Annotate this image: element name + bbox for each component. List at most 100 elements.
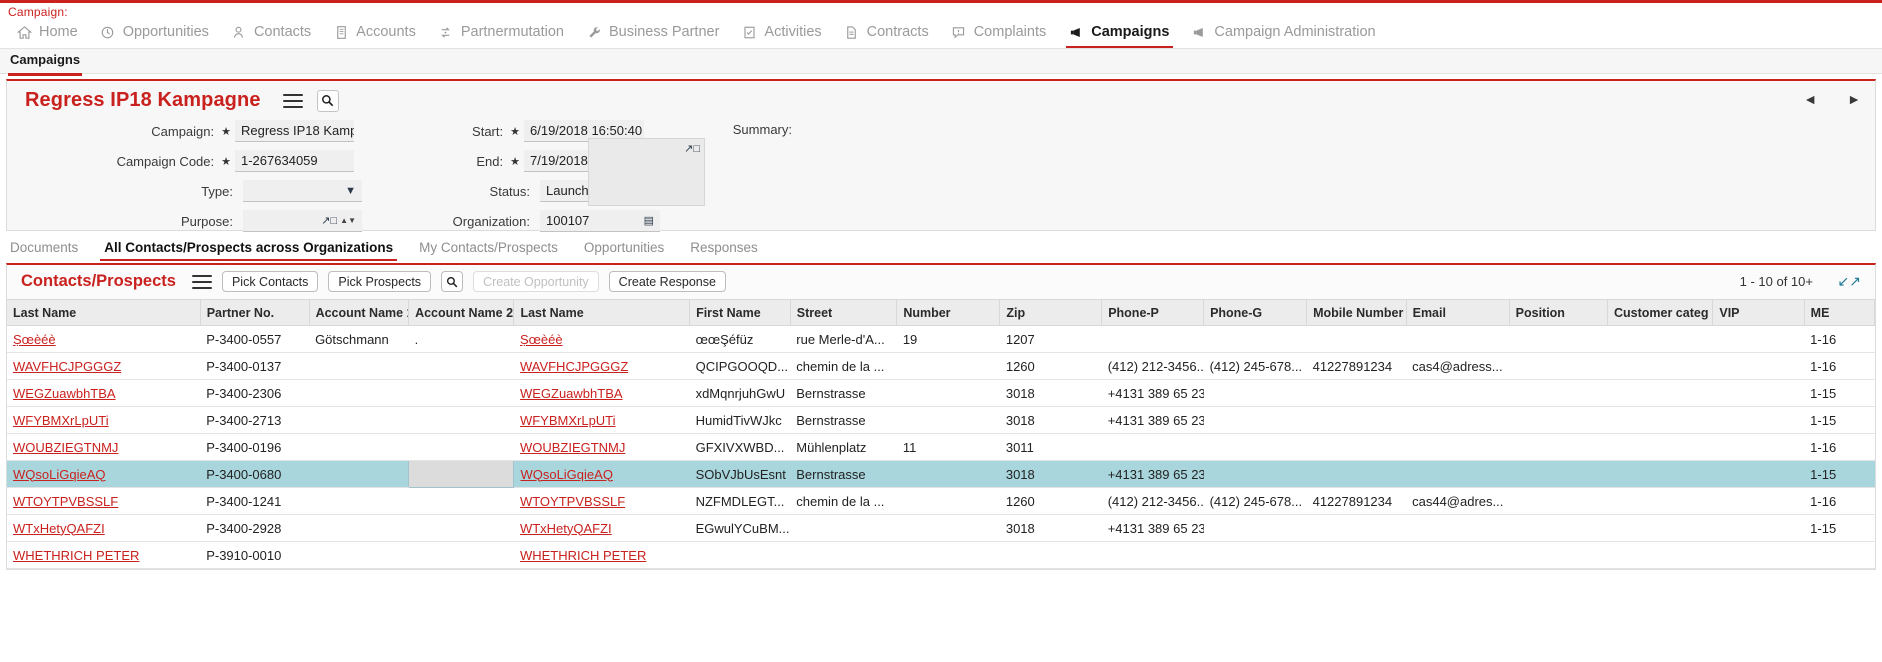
cell-link[interactable]: WFYBMXrLpUTi xyxy=(520,413,616,428)
nav-item-label: Activities xyxy=(764,24,822,40)
cell-link[interactable]: WFYBMXrLpUTi xyxy=(13,413,109,428)
nav-item-label: Campaigns xyxy=(1091,24,1170,40)
sub-tab-campaigns[interactable]: Campaigns xyxy=(8,52,83,76)
table-cell xyxy=(1101,433,1204,461)
nav-item-activities[interactable]: Activities xyxy=(731,20,833,48)
table-cell: WFYBMXrLpUTi xyxy=(513,406,690,434)
tab-all-contacts-prospects-across-organizations[interactable]: All Contacts/Prospects across Organizati… xyxy=(100,240,397,261)
column-header-6[interactable]: Street xyxy=(790,299,898,326)
column-header-9[interactable]: Phone-P xyxy=(1101,299,1205,326)
next-arrow-icon[interactable]: ► xyxy=(1847,91,1861,107)
nav-item-complaints[interactable]: Complaints xyxy=(941,20,1059,48)
tab-documents[interactable]: Documents xyxy=(10,240,78,261)
table-row[interactable]: WTxHetyQAFZI P-3400-2928 WTxHetyQAFZI EGwul… xyxy=(7,514,1875,542)
column-header-8[interactable]: Zip xyxy=(999,299,1103,326)
column-header-11[interactable]: Mobile Number xyxy=(1306,299,1407,326)
column-header-3[interactable]: Account Name 2 xyxy=(408,299,515,326)
expand-summary-icon[interactable]: ↗□ xyxy=(684,142,700,155)
column-header-7[interactable]: Number xyxy=(896,299,1001,326)
cell-link[interactable]: Ṣœèéè xyxy=(520,332,563,347)
cell-link[interactable]: WQsoLiGqieAQ xyxy=(520,467,612,482)
popup-icon[interactable]: ↗□ xyxy=(321,210,337,231)
table-row[interactable]: WEGZuawbhTBA P-3400-2306 WEGZuawbhTBA xdMqn… xyxy=(7,379,1875,407)
nav-item-business-partner[interactable]: Business Partner xyxy=(576,20,731,48)
purpose-input[interactable]: ↗□ ▲▼ xyxy=(243,210,362,232)
table-row[interactable]: Ṣœèéè P-3400-0557 Götschmann. Ṣœèéè œœŞéfüz r… xyxy=(7,325,1875,353)
cell-link[interactable]: WTOYTPVBSSLF xyxy=(13,494,118,509)
hamburger-icon[interactable] xyxy=(191,274,212,289)
column-header-2[interactable]: Account Name 1 xyxy=(309,299,410,326)
contact-icon xyxy=(231,24,247,40)
nav-item-contacts[interactable]: Contacts xyxy=(221,20,323,48)
pick-contacts-button[interactable]: Pick Contacts xyxy=(221,271,319,292)
field-campaign-code: Campaign Code: ★ xyxy=(7,154,231,169)
cell-link[interactable]: WHETHRICH PETER xyxy=(520,548,646,563)
complaint-icon xyxy=(951,24,967,40)
table-cell xyxy=(1712,487,1805,515)
create-response-button[interactable]: Create Response xyxy=(608,271,726,292)
table-cell: P-3400-2306 xyxy=(200,379,310,407)
cell-link[interactable]: WOUBZIEGTNMJ xyxy=(13,440,118,455)
table-body: Ṣœèéè P-3400-0557 Götschmann. Ṣœèéè œœŞéfüz r… xyxy=(7,325,1875,569)
type-select[interactable]: ▼ xyxy=(243,180,362,202)
search-icon[interactable] xyxy=(316,89,339,112)
tab-responses[interactable]: Responses xyxy=(690,240,758,261)
stepper-icon[interactable]: ▲▼ xyxy=(340,216,356,224)
expand-icon[interactable]: ↙↗ xyxy=(1838,273,1861,290)
column-header-13[interactable]: Position xyxy=(1509,299,1608,326)
home-icon xyxy=(16,24,32,40)
nav-item-contracts[interactable]: Contracts xyxy=(834,20,941,48)
create-opportunity-button[interactable]: Create Opportunity xyxy=(473,271,599,292)
pick-prospects-button[interactable]: Pick Prospects xyxy=(328,271,432,292)
table-row[interactable]: WFYBMXrLpUTi P-3400-2713 WFYBMXrLpUTi Humid… xyxy=(7,406,1875,434)
cell-link[interactable]: WTxHetyQAFZI xyxy=(13,521,105,536)
cell-link[interactable]: WEGZuawbhTBA xyxy=(13,386,116,401)
cell-link[interactable]: WEGZuawbhTBA xyxy=(520,386,623,401)
column-header-0[interactable]: Last Name xyxy=(7,299,201,326)
nav-item-home[interactable]: Home xyxy=(6,20,90,48)
table-row[interactable]: WAVFHCJPGGGZ P-3400-0137 WAVFHCJPGGGZ QCIPG… xyxy=(7,352,1875,380)
nav-item-partnermutation[interactable]: Partnermutation xyxy=(428,20,576,48)
cell-link[interactable]: WTxHetyQAFZI xyxy=(520,521,612,536)
column-header-4[interactable]: Last Name xyxy=(513,299,691,326)
lookup-icon[interactable]: ▤ xyxy=(644,210,654,231)
table-row[interactable]: WHETHRICH PETER P-3910-0010 WHETHRICH PETE… xyxy=(7,541,1875,569)
nav-item-campaign-administration[interactable]: Campaign Administration xyxy=(1181,20,1387,48)
table-row[interactable]: WQsoLiGqieAQ P-3400-0680 WQsoLiGqieAQ SObVJ… xyxy=(7,460,1875,488)
column-header-10[interactable]: Phone-G xyxy=(1203,299,1308,326)
nav-item-label: Campaign Administration xyxy=(1214,24,1376,40)
cell-link[interactable]: WTOYTPVBSSLF xyxy=(520,494,625,509)
table-row[interactable]: WTOYTPVBSSLF P-3400-1241 WTOYTPVBSSLF NZFMD… xyxy=(7,487,1875,515)
column-header-12[interactable]: Email xyxy=(1406,299,1510,326)
tab-opportunities[interactable]: Opportunities xyxy=(584,240,664,261)
nav-item-opportunities[interactable]: Opportunities xyxy=(90,20,221,48)
table-cell xyxy=(309,541,409,569)
column-header-5[interactable]: First Name xyxy=(689,299,791,326)
organization-input[interactable]: 100107 ▤ xyxy=(540,210,660,232)
megaphone-icon xyxy=(1068,24,1084,40)
nav-item-campaigns[interactable]: Campaigns xyxy=(1058,20,1181,48)
column-header-1[interactable]: Partner No. xyxy=(200,299,310,326)
column-header-14[interactable]: Customer categ xyxy=(1607,299,1714,326)
column-header-15[interactable]: VIP xyxy=(1712,299,1805,326)
table-cell xyxy=(1712,352,1805,380)
cell-link[interactable]: Ṣœèéè xyxy=(13,332,56,347)
table-cell xyxy=(408,379,514,407)
field-summary-label: Summary: xyxy=(732,122,792,137)
nav-item-accounts[interactable]: Accounts xyxy=(323,20,428,48)
hamburger-icon[interactable] xyxy=(282,93,303,108)
table-row[interactable]: WOUBZIEGTNMJ P-3400-0196 WOUBZIEGTNMJ GFXIV… xyxy=(7,433,1875,461)
cell-link[interactable]: WHETHRICH PETER xyxy=(13,548,139,563)
prev-arrow-icon[interactable]: ◄ xyxy=(1803,91,1817,107)
column-header-16[interactable]: ME xyxy=(1804,299,1876,326)
campaign-input[interactable]: Regress IP18 Kampagr xyxy=(235,120,354,142)
campaign-code-input[interactable]: 1-267634059 xyxy=(235,150,354,172)
cell-link[interactable]: WOUBZIEGTNMJ xyxy=(520,440,625,455)
form-row-2: Campaign Code: ★ 1-267634059 End: ★ 7/19… xyxy=(7,146,1875,176)
cell-link[interactable]: WAVFHCJPGGGZ xyxy=(13,359,121,374)
summary-box[interactable]: ↗□ xyxy=(588,138,705,206)
cell-link[interactable]: WQsoLiGqieAQ xyxy=(13,467,105,482)
tab-my-contacts-prospects[interactable]: My Contacts/Prospects xyxy=(419,240,558,261)
search-icon[interactable] xyxy=(441,271,464,292)
cell-link[interactable]: WAVFHCJPGGGZ xyxy=(520,359,628,374)
